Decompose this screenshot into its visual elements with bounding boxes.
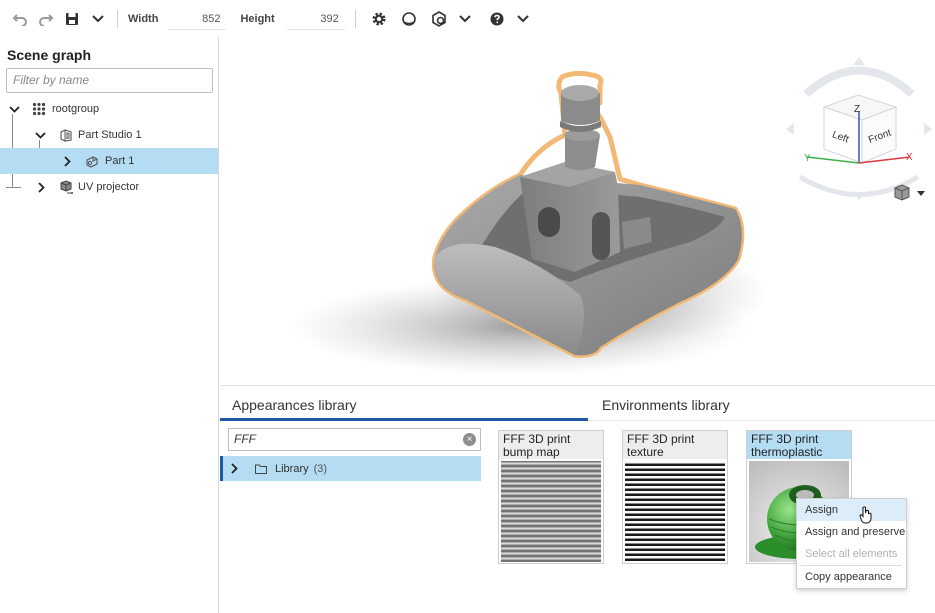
chevron-right-icon[interactable] xyxy=(61,155,73,167)
save-options-chevron-icon[interactable] xyxy=(85,6,111,32)
tree-item-part-1[interactable]: Part 1 xyxy=(0,148,218,174)
bump-map-thumbnail xyxy=(501,461,601,562)
part-icon xyxy=(85,154,99,168)
grid-group-icon xyxy=(32,102,46,116)
tree-item-uv-projector[interactable]: UV projector xyxy=(0,174,218,200)
appearance-search-input[interactable]: FFF × xyxy=(228,428,481,451)
filter-input[interactable]: Filter by name xyxy=(6,68,213,93)
help-icon[interactable] xyxy=(484,6,510,32)
material-sphere-icon[interactable] xyxy=(396,6,422,32)
card-caption: FFF 3D print thermoplastic xyxy=(747,431,851,459)
height-field[interactable]: 392 xyxy=(286,8,345,30)
axis-x-label: X xyxy=(906,152,913,163)
menu-item-select-all-elements: Select all elements xyxy=(805,548,898,560)
card-caption: FFF 3D print texture xyxy=(623,431,727,459)
save-icon[interactable] xyxy=(59,6,85,32)
hand-cursor-icon xyxy=(859,506,872,524)
view-options-cube-icon[interactable] xyxy=(894,184,925,201)
redo-icon[interactable] xyxy=(33,6,59,32)
chevron-down-icon[interactable] xyxy=(34,129,46,141)
tree-item-rootgroup[interactable]: rootgroup xyxy=(0,96,218,122)
card-caption: FFF 3D print bump map xyxy=(499,431,603,459)
appearance-card-bump-map[interactable]: FFF 3D print bump map xyxy=(498,430,604,564)
card-title-line: thermoplastic xyxy=(751,445,823,459)
tree-item-label: Part 1 xyxy=(105,155,135,167)
scene-graph-panel: Scene graph Filter by name rootgroup Par… xyxy=(0,37,219,613)
tree-item-label: Part Studio 1 xyxy=(78,129,142,141)
gear-icon[interactable] xyxy=(366,6,392,32)
width-label: Width xyxy=(128,12,159,25)
part-studio-icon xyxy=(59,128,73,142)
appearance-card-texture[interactable]: FFF 3D print texture xyxy=(622,430,728,564)
library-label: Library xyxy=(275,462,309,475)
app-window: Width 852 Height 392 Scene graph Filter … xyxy=(0,0,935,613)
library-folder-row[interactable]: Library (3) xyxy=(220,456,481,481)
menu-item-assign[interactable]: Assign xyxy=(797,499,906,521)
toolbar: Width 852 Height 392 xyxy=(0,0,935,37)
toolbar-divider xyxy=(117,9,118,28)
scene-tree: rootgroup Part Studio 1 Part 1 UV projec… xyxy=(0,96,218,200)
library-count: (3) xyxy=(313,462,328,475)
undo-icon[interactable] xyxy=(7,6,33,32)
chevron-down-icon[interactable] xyxy=(8,103,20,115)
search-value: FFF xyxy=(234,432,256,446)
texture-thumbnail xyxy=(625,461,725,562)
axis-z-label: Z xyxy=(854,104,860,115)
folder-icon xyxy=(255,464,267,474)
chevron-right-icon[interactable] xyxy=(35,181,47,193)
tree-item-label: UV projector xyxy=(78,181,140,193)
active-tab-indicator xyxy=(220,418,588,421)
3d-viewport[interactable]: Z Left Front Y X xyxy=(220,37,935,385)
context-menu: Assign Assign and preserve Select all el… xyxy=(796,498,907,589)
clear-icon[interactable]: × xyxy=(463,433,476,446)
boat-model[interactable]: Z Left Front Y X xyxy=(220,37,935,385)
height-label: Height xyxy=(240,12,275,25)
axis-y-label: Y xyxy=(804,153,811,164)
tree-item-part-studio[interactable]: Part Studio 1 xyxy=(0,122,218,148)
render-options-chevron-icon[interactable] xyxy=(452,6,478,32)
render-settings-icon[interactable] xyxy=(426,6,452,32)
chevron-right-icon[interactable] xyxy=(231,463,241,474)
uv-projector-icon xyxy=(59,179,73,194)
menu-item-assign-and-preserve[interactable]: Assign and preserve xyxy=(797,521,906,543)
view-cube[interactable]: Z Left Front Y X xyxy=(786,57,932,200)
tab-appearances-library[interactable]: Appearances library xyxy=(232,397,357,413)
toolbar-divider xyxy=(354,9,356,28)
help-chevron-icon[interactable] xyxy=(510,6,536,32)
card-title-line: bump map xyxy=(503,445,560,459)
panel-title: Scene graph xyxy=(7,47,92,63)
card-title-line: texture xyxy=(627,445,664,459)
width-field[interactable]: 852 xyxy=(168,8,227,30)
tab-environments-library[interactable]: Environments library xyxy=(602,397,730,413)
tree-item-label: rootgroup xyxy=(52,103,100,115)
menu-item-copy-appearance[interactable]: Copy appearance xyxy=(797,566,906,588)
